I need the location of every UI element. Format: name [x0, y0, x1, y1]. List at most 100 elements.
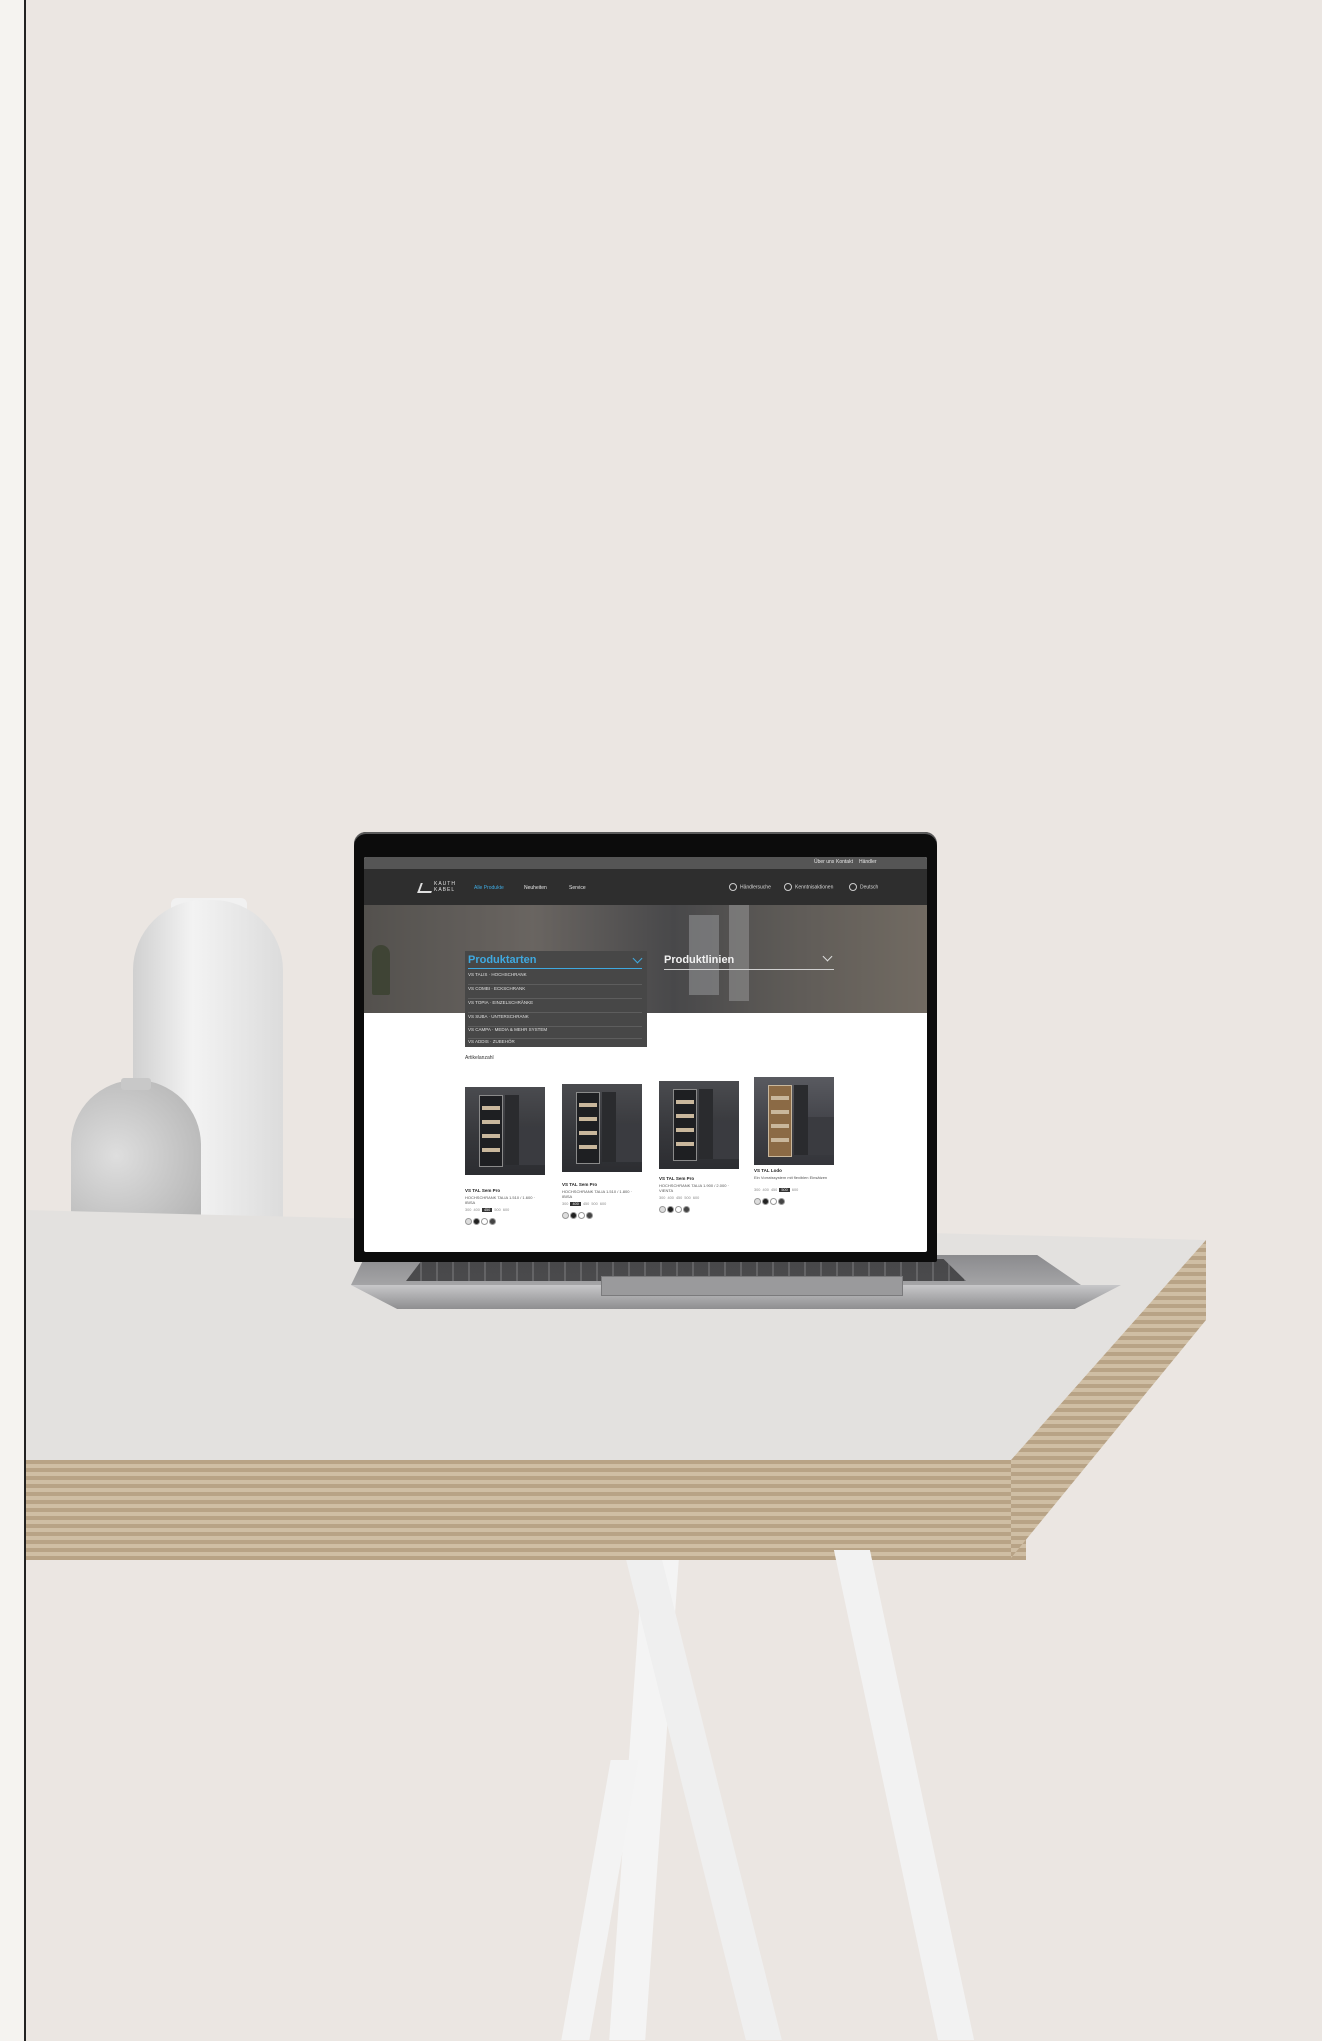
size-option[interactable]: 300 — [562, 1202, 568, 1206]
dealer-search-label: Händlersuche — [740, 884, 771, 891]
dropdown-item[interactable]: VS TALIS · HOCHSCHRANK — [468, 972, 527, 977]
counter-graphic — [713, 1121, 739, 1159]
size-options[interactable]: 300 400 450 500 600 — [659, 1196, 699, 1200]
size-option[interactable]: 300 — [465, 1208, 471, 1212]
dropdown-underline — [468, 968, 642, 969]
search-icon — [729, 883, 737, 891]
size-option-selected[interactable]: 500 — [779, 1188, 790, 1192]
cabinet-door-graphic — [602, 1092, 616, 1162]
color-swatch[interactable] — [465, 1218, 472, 1225]
counter-graphic — [616, 1124, 642, 1162]
color-swatch[interactable] — [667, 1206, 674, 1213]
color-swatch[interactable] — [754, 1198, 761, 1205]
size-option[interactable]: 450 — [771, 1188, 777, 1192]
product-lines-dropdown[interactable]: Produktlinien — [664, 954, 734, 966]
product-name[interactable]: VS TAL Sem Pro — [659, 1176, 694, 1181]
utility-bar: Über uns Kontakt Händler — [364, 857, 927, 869]
color-swatch[interactable] — [659, 1206, 666, 1213]
size-option[interactable]: 300 — [659, 1196, 665, 1200]
color-swatch[interactable] — [770, 1198, 777, 1205]
color-swatch[interactable] — [562, 1212, 569, 1219]
product-description: Ein Vorratssystem mit flexiblen Einsätze… — [754, 1175, 828, 1180]
laptop-trackpad — [601, 1276, 903, 1296]
product-types-dropdown[interactable]: Produktarten VS TALIS · HOCHSCHRANK VS C… — [465, 951, 647, 1047]
size-option[interactable]: 400 — [473, 1208, 479, 1212]
product-name[interactable]: VS TAL Lodo — [754, 1168, 782, 1173]
size-option-selected[interactable]: 400 — [570, 1202, 581, 1206]
product-photo: Über uns Kontakt Händler KAUTH KABEL All… — [26, 0, 1322, 2041]
cabinet-graphic — [479, 1095, 503, 1167]
product-card[interactable]: VS TAL Sem Pro HOCHSCHRANK TALIA 1.510 /… — [465, 1087, 545, 1252]
dropdown-title: Produktarten — [468, 954, 537, 966]
logo-text: KABEL — [434, 887, 456, 893]
size-option[interactable]: 600 — [792, 1188, 798, 1192]
photo-frame: Über uns Kontakt Händler KAUTH KABEL All… — [24, 0, 1322, 2041]
size-option[interactable]: 400 — [667, 1196, 673, 1200]
dealer-search-link[interactable]: Händlersuche — [729, 883, 771, 891]
size-option[interactable]: 400 — [762, 1188, 768, 1192]
size-options[interactable]: 300 400 450 500 600 — [754, 1188, 798, 1192]
divider — [468, 984, 642, 985]
product-image[interactable] — [659, 1081, 739, 1169]
utility-link[interactable]: Über uns — [814, 859, 834, 865]
laptop-screen: Über uns Kontakt Händler KAUTH KABEL All… — [364, 857, 927, 1252]
table-edge-front — [26, 1460, 1026, 1560]
color-swatch[interactable] — [570, 1212, 577, 1219]
dropdown-item[interactable]: VS CAMPA · MEDIA & MEHR SYSTEM — [468, 1027, 547, 1032]
chevron-up-icon[interactable] — [632, 953, 643, 964]
color-swatch[interactable] — [683, 1206, 690, 1213]
cabinet-graphic — [576, 1092, 600, 1164]
color-swatch[interactable] — [481, 1218, 488, 1225]
dropdown-item[interactable]: VS ADDIS · ZUBEHÖR — [468, 1039, 515, 1044]
counter-graphic — [808, 1117, 834, 1155]
size-option[interactable]: 500 — [591, 1202, 597, 1206]
language-label: Deutsch — [860, 884, 879, 891]
kauth-kabel-logo[interactable]: KAUTH KABEL — [417, 881, 455, 895]
size-option[interactable]: 300 — [754, 1188, 760, 1192]
table-leg — [833, 1550, 975, 2040]
color-swatch[interactable] — [473, 1218, 480, 1225]
color-swatch[interactable] — [778, 1198, 785, 1205]
product-name[interactable]: VS TAL Sem Pro — [465, 1188, 500, 1193]
color-swatch[interactable] — [762, 1198, 769, 1205]
color-swatch[interactable] — [675, 1206, 682, 1213]
color-swatch[interactable] — [578, 1212, 585, 1219]
color-swatch[interactable] — [489, 1218, 496, 1225]
product-description: HOCHSCHRANK TALIA 1.510 / 1.600 · IBISA — [465, 1195, 535, 1205]
size-options[interactable]: 300 400 450 500 600 — [562, 1202, 606, 1206]
cabinet-graphic — [768, 1085, 792, 1157]
size-option[interactable]: 600 — [503, 1208, 509, 1212]
product-card[interactable]: VS TAL Sem Pro HOCHSCHRANK TALIA 1.510 /… — [562, 1084, 642, 1252]
size-option[interactable]: 600 — [693, 1196, 699, 1200]
dropdown-item[interactable]: VS TOPIA · EINZELSCHRÄNKE — [468, 1000, 533, 1005]
utility-link[interactable]: Kontakt — [836, 859, 853, 865]
dropdown-item[interactable]: VS SUBA · UNTERSCHRANK — [468, 1014, 529, 1019]
product-image[interactable] — [754, 1077, 834, 1165]
product-card[interactable]: VS TAL Sem Pro HOCHSCHRANK TALIA 1.900 /… — [659, 1081, 739, 1251]
nav-item-new[interactable]: Neuheiten — [524, 885, 547, 891]
size-options[interactable]: 300 400 450 500 600 — [465, 1208, 509, 1212]
laptop: Über uns Kontakt Händler KAUTH KABEL All… — [354, 832, 937, 1262]
nav-item-all-products[interactable]: Alle Produkte — [474, 885, 504, 891]
nav-item-service[interactable]: Service — [569, 885, 586, 891]
language-select[interactable]: Deutsch — [849, 883, 878, 891]
info-link[interactable]: Kenntnisaktionen — [784, 883, 833, 891]
dropdown-item[interactable]: VS COMBI · ECKSCHRANK — [468, 986, 525, 991]
main-nav: KAUTH KABEL Alle Produkte Neuheiten Serv… — [364, 869, 927, 905]
size-option[interactable]: 600 — [600, 1202, 606, 1206]
size-option[interactable]: 500 — [494, 1208, 500, 1212]
utility-link[interactable]: Händler — [859, 859, 877, 865]
product-image[interactable] — [465, 1087, 545, 1175]
size-option-selected[interactable]: 450 — [481, 1208, 493, 1212]
counter-graphic — [519, 1127, 545, 1165]
product-card[interactable]: VS TAL Lodo Ein Vorratssystem mit flexib… — [754, 1077, 834, 1247]
color-swatch[interactable] — [586, 1212, 593, 1219]
cabinet-graphic — [673, 1089, 697, 1161]
cabinet-door-graphic — [505, 1095, 519, 1165]
size-option[interactable]: 450 — [676, 1196, 682, 1200]
product-name[interactable]: VS TAL Sem Pro — [562, 1182, 597, 1187]
info-label: Kenntnisaktionen — [795, 884, 834, 891]
product-image[interactable] — [562, 1084, 642, 1172]
size-option[interactable]: 500 — [684, 1196, 690, 1200]
size-option[interactable]: 450 — [583, 1202, 589, 1206]
